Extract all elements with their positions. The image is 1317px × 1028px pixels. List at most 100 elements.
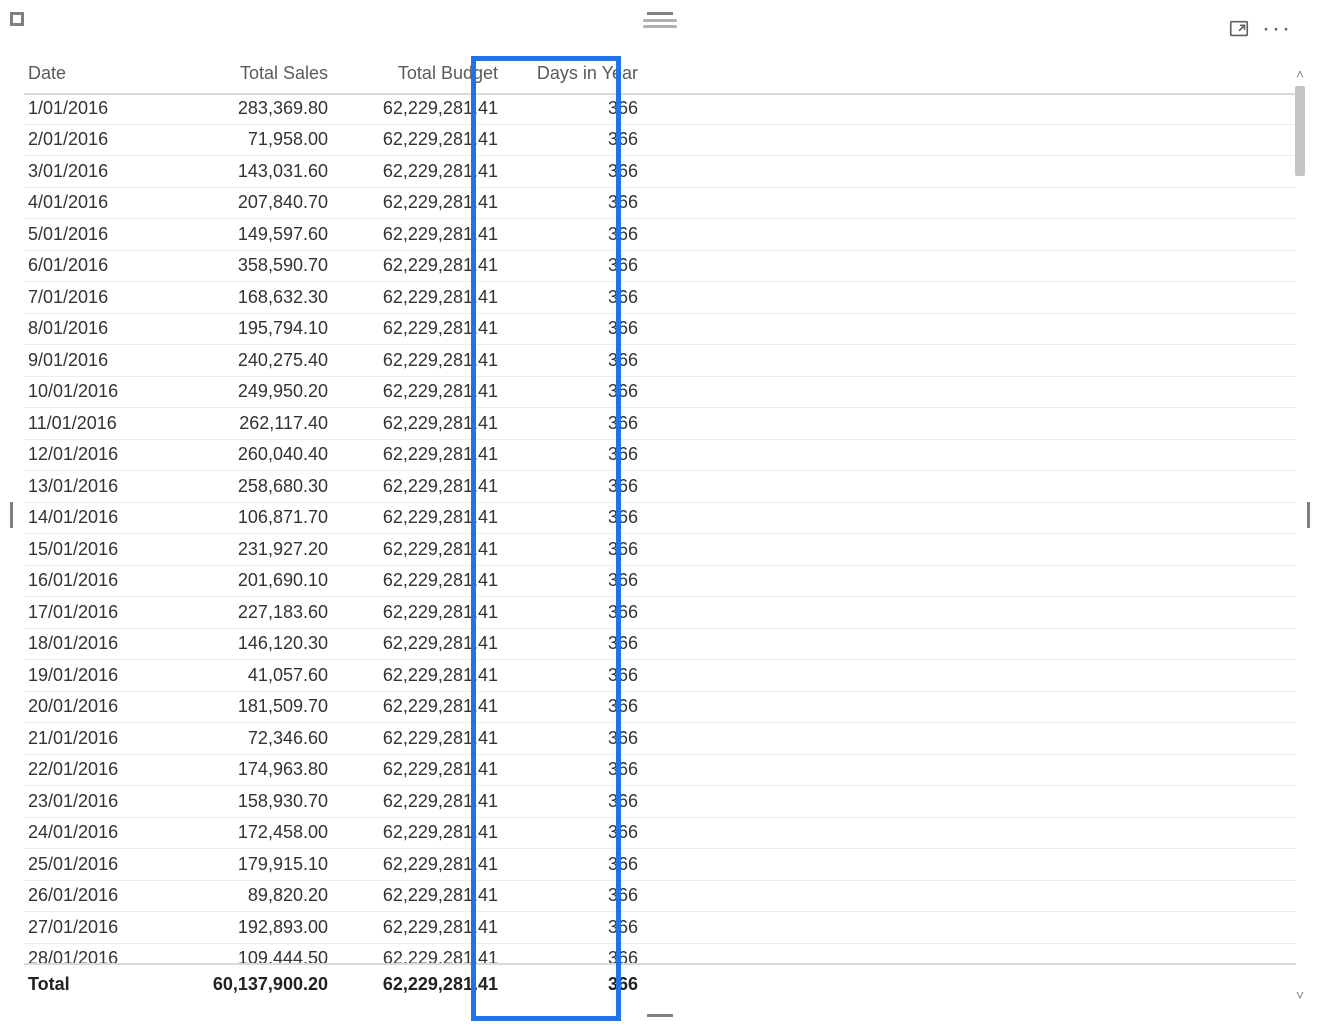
table-row[interactable]: 1/01/2016283,369.8062,229,281.41366 [24,93,1296,125]
table-row[interactable]: 27/01/2016192,893.0062,229,281.41366 [24,912,1296,944]
cell-days: 366 [498,759,658,780]
cell-date: 22/01/2016 [24,759,168,780]
cell-days: 366 [498,539,658,560]
vertical-scrollbar[interactable]: ˄ ˅ [1292,66,1308,1003]
cell-sales: 192,893.00 [168,917,328,938]
cell-date: 26/01/2016 [24,885,168,906]
cell-sales: 207,840.70 [168,192,328,213]
table-row[interactable]: 3/01/2016143,031.6062,229,281.41366 [24,156,1296,188]
cell-days: 366 [498,287,658,308]
cell-days: 366 [498,444,658,465]
table-row[interactable]: 8/01/2016195,794.1062,229,281.41366 [24,314,1296,346]
table-row[interactable]: 15/01/2016231,927.2062,229,281.41366 [24,534,1296,566]
cell-budget: 62,229,281.41 [328,822,498,843]
cell-date: 11/01/2016 [24,413,168,434]
cell-budget: 62,229,281.41 [328,570,498,591]
cell-budget: 62,229,281.41 [328,350,498,371]
column-header-sales[interactable]: Total Sales [168,63,328,84]
table-row[interactable]: 17/01/2016227,183.6062,229,281.41366 [24,597,1296,629]
table-row[interactable]: 20/01/2016181,509.7062,229,281.41366 [24,692,1296,724]
table-row[interactable]: 24/01/2016172,458.0062,229,281.41366 [24,818,1296,850]
cell-days: 366 [498,665,658,686]
cell-sales: 179,915.10 [168,854,328,875]
cell-date: 2/01/2016 [24,129,168,150]
resize-handle-left[interactable] [10,502,13,528]
cell-days: 366 [498,318,658,339]
cell-days: 366 [498,885,658,906]
table-row[interactable]: 19/01/201641,057.6062,229,281.41366 [24,660,1296,692]
table-row[interactable]: 10/01/2016249,950.2062,229,281.41366 [24,377,1296,409]
scroll-up-arrow-icon[interactable]: ˄ [1292,66,1308,82]
cell-budget: 62,229,281.41 [328,507,498,528]
cell-sales: 262,117.40 [168,413,328,434]
table-row[interactable]: 2/01/201671,958.0062,229,281.41366 [24,125,1296,157]
table-row[interactable]: 13/01/2016258,680.3062,229,281.41366 [24,471,1296,503]
table-row[interactable]: 26/01/201689,820.2062,229,281.41366 [24,881,1296,913]
table-visual-frame[interactable]: ··· Date Total Sales Total Budget Days i… [10,12,1310,1017]
cell-sales: 174,963.80 [168,759,328,780]
cell-days: 366 [498,791,658,812]
cell-date: 13/01/2016 [24,476,168,497]
cell-sales: 71,958.00 [168,129,328,150]
resize-handle-top-right[interactable] [10,12,24,26]
cell-sales: 231,927.20 [168,539,328,560]
cell-date: 8/01/2016 [24,318,168,339]
cell-date: 7/01/2016 [24,287,168,308]
resize-handle-bottom-left[interactable] [10,12,24,26]
cell-budget: 62,229,281.41 [328,255,498,276]
cell-days: 366 [498,507,658,528]
table-row[interactable]: 22/01/2016174,963.8062,229,281.41366 [24,755,1296,787]
table-row[interactable]: 5/01/2016149,597.6062,229,281.41366 [24,219,1296,251]
drag-grip-icon[interactable] [643,19,677,29]
cell-date: 9/01/2016 [24,350,168,371]
resize-handle-bottom[interactable] [647,1014,673,1017]
table-body[interactable]: 1/01/2016283,369.8062,229,281.413662/01/… [24,93,1296,965]
table-row[interactable]: 28/01/2016109,444.5062,229,281.41366 [24,944,1296,966]
table-row[interactable]: 21/01/201672,346.6062,229,281.41366 [24,723,1296,755]
scroll-thumb[interactable] [1295,86,1305,176]
cell-budget: 62,229,281.41 [328,413,498,434]
table-row[interactable]: 12/01/2016260,040.4062,229,281.41366 [24,440,1296,472]
table-row[interactable]: 25/01/2016179,915.1062,229,281.41366 [24,849,1296,881]
cell-sales: 358,590.70 [168,255,328,276]
table-row[interactable]: 6/01/2016358,590.7062,229,281.41366 [24,251,1296,283]
cell-sales: 181,509.70 [168,696,328,717]
cell-days: 366 [498,570,658,591]
cell-budget: 62,229,281.41 [328,476,498,497]
cell-budget: 62,229,281.41 [328,381,498,402]
cell-budget: 62,229,281.41 [328,539,498,560]
cell-sales: 201,690.10 [168,570,328,591]
cell-days: 366 [498,255,658,276]
cell-budget: 62,229,281.41 [328,318,498,339]
cell-date: 1/01/2016 [24,98,168,119]
data-table: Date Total Sales Total Budget Days in Ye… [24,52,1296,1003]
cell-budget: 62,229,281.41 [328,791,498,812]
column-header-budget[interactable]: Total Budget [328,63,498,84]
cell-sales: 72,346.60 [168,728,328,749]
table-row[interactable]: 7/01/2016168,632.3062,229,281.41366 [24,282,1296,314]
scroll-down-arrow-icon[interactable]: ˅ [1292,987,1308,1003]
resize-handle-top[interactable] [647,12,673,15]
resize-handle-top-left[interactable] [10,12,24,26]
more-options-icon[interactable]: ··· [1262,18,1292,40]
cell-sales: 149,597.60 [168,224,328,245]
total-sales-value: 60,137,900.20 [168,974,328,995]
table-row[interactable]: 23/01/2016158,930.7062,229,281.41366 [24,786,1296,818]
cell-days: 366 [498,224,658,245]
cell-sales: 143,031.60 [168,161,328,182]
column-header-date[interactable]: Date [24,63,168,84]
cell-days: 366 [498,602,658,623]
cell-budget: 62,229,281.41 [328,98,498,119]
cell-date: 19/01/2016 [24,665,168,686]
table-row[interactable]: 16/01/2016201,690.1062,229,281.41366 [24,566,1296,598]
table-row[interactable]: 4/01/2016207,840.7062,229,281.41366 [24,188,1296,220]
column-header-days[interactable]: Days in Year [498,63,658,84]
table-row[interactable]: 14/01/2016106,871.7062,229,281.41366 [24,503,1296,535]
cell-budget: 62,229,281.41 [328,917,498,938]
focus-mode-icon[interactable] [1228,18,1250,40]
cell-budget: 62,229,281.41 [328,602,498,623]
table-row[interactable]: 9/01/2016240,275.4062,229,281.41366 [24,345,1296,377]
table-row[interactable]: 11/01/2016262,117.4062,229,281.41366 [24,408,1296,440]
resize-handle-bottom-right[interactable] [10,12,24,26]
table-row[interactable]: 18/01/2016146,120.3062,229,281.41366 [24,629,1296,661]
